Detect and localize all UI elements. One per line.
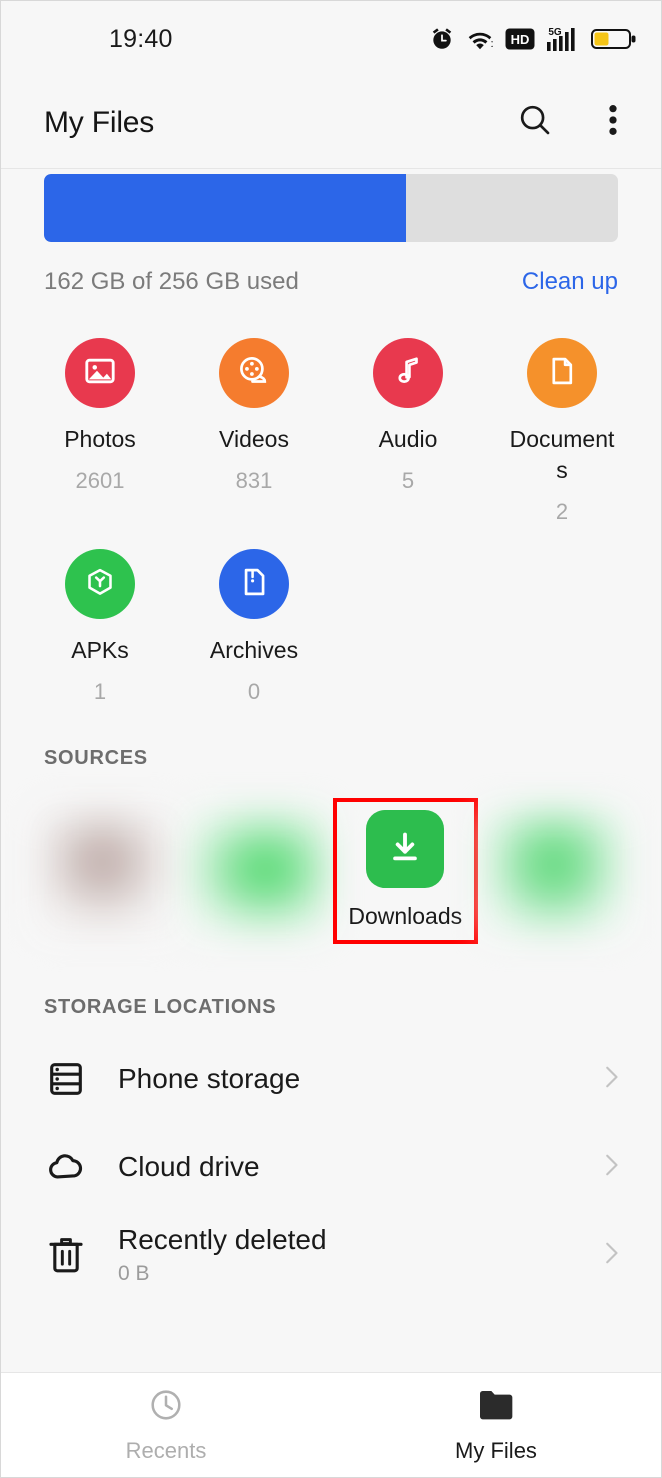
category-count: 2 xyxy=(555,499,569,525)
storage-locations-section: STORAGE LOCATIONS Phone storage Cloud dr… xyxy=(1,948,661,1299)
downloads-icon-tile xyxy=(366,810,445,889)
archive-icon xyxy=(237,565,271,604)
storage-locations-list: Phone storage Cloud drive Recently delet… xyxy=(1,1019,661,1299)
source-tile-redacted-3 xyxy=(480,798,629,948)
more-options-button[interactable] xyxy=(587,97,639,149)
category-label: Archives xyxy=(209,637,299,664)
chevron-right-icon xyxy=(596,1150,626,1185)
package-icon xyxy=(83,565,117,604)
storage-progress-bar xyxy=(44,174,618,242)
archives-icon-circle xyxy=(219,549,289,620)
sources-heading: SOURCES xyxy=(44,747,148,770)
status-bar: 19:40 HD 5G xyxy=(1,1,661,77)
category-photos[interactable]: Photos 2601 xyxy=(23,338,177,529)
app-bar-actions xyxy=(509,97,639,149)
category-documents[interactable]: Documents 2 xyxy=(485,338,639,529)
source-tile-redacted-1 xyxy=(34,798,183,948)
location-recently-deleted[interactable]: Recently deleted 0 B xyxy=(1,1211,661,1299)
redacted-thumbnail xyxy=(38,810,179,935)
nav-label: Recents xyxy=(125,1438,207,1463)
category-label: APKs xyxy=(71,637,129,664)
category-label: Audio xyxy=(378,426,438,452)
alarm-icon xyxy=(429,26,455,52)
category-count: 1 xyxy=(93,679,107,705)
search-button[interactable] xyxy=(509,97,561,149)
redacted-thumbnail xyxy=(186,810,327,935)
location-title: Phone storage xyxy=(118,1063,301,1095)
search-icon xyxy=(516,101,554,144)
location-text: Recently deleted 0 B xyxy=(100,1224,596,1286)
category-count: 2601 xyxy=(75,468,125,494)
my-files-screen: 19:40 HD 5G My Files 162 GB of 256 GB us… xyxy=(0,0,662,1478)
scroll-content[interactable]: 162 GB of 256 GB used Clean up Photos 26… xyxy=(1,169,661,1372)
category-count: 5 xyxy=(401,468,415,494)
nav-label: My Files xyxy=(455,1438,537,1463)
category-count: 0 xyxy=(247,679,261,705)
sources-row: Downloads xyxy=(1,770,661,948)
storage-progress-fill xyxy=(44,174,406,242)
source-label: Downloads xyxy=(348,903,463,930)
page-title: My Files xyxy=(44,105,155,139)
category-count: 831 xyxy=(235,468,273,494)
source-tile-downloads[interactable]: Downloads xyxy=(331,798,480,945)
location-text: Cloud drive xyxy=(100,1151,596,1183)
redacted-thumbnail xyxy=(483,810,624,935)
category-apks[interactable]: APKs 1 xyxy=(23,549,177,709)
location-subtitle: 0 B xyxy=(118,1262,150,1286)
drive-icon xyxy=(44,1057,100,1101)
chevron-right-icon xyxy=(596,1238,626,1273)
wifi-icon xyxy=(466,26,494,52)
storage-locations-heading: STORAGE LOCATIONS xyxy=(44,996,277,1019)
category-label: Videos xyxy=(219,426,289,452)
cloud-icon xyxy=(44,1145,100,1189)
overflow-menu-icon xyxy=(598,103,628,142)
image-icon xyxy=(82,353,118,394)
nav-item-recents[interactable]: Recents xyxy=(1,1386,331,1464)
chevron-right-icon xyxy=(596,1062,626,1097)
clean-up-link[interactable]: Clean up xyxy=(522,268,618,296)
category-grid-row-1: Photos 2601 Videos 831 Audio 5 Documents… xyxy=(1,296,661,529)
category-grid-row-2: APKs 1 Archives 0 xyxy=(1,529,661,709)
documents-icon-circle xyxy=(527,338,597,408)
5g-signal-icon: 5G xyxy=(546,25,580,53)
nav-item-my-files[interactable]: My Files xyxy=(331,1386,661,1464)
apks-icon-circle xyxy=(65,549,135,620)
storage-used-text: 162 GB of 256 GB used xyxy=(44,268,299,295)
source-tile-redacted-2 xyxy=(183,798,332,948)
category-videos[interactable]: Videos 831 xyxy=(177,338,331,529)
audio-icon-circle xyxy=(373,338,443,408)
music-note-icon xyxy=(391,354,425,393)
category-label: Photos xyxy=(64,426,136,452)
svg-text:HD: HD xyxy=(511,32,530,47)
location-cloud-drive[interactable]: Cloud drive xyxy=(1,1123,661,1211)
category-label: Documents xyxy=(509,426,615,484)
clock-icon xyxy=(147,1386,185,1429)
battery-icon xyxy=(591,27,637,51)
bottom-navigation: Recents My Files xyxy=(1,1372,661,1477)
photos-icon-circle xyxy=(65,338,135,408)
storage-summary: 162 GB of 256 GB used Clean up xyxy=(1,169,661,296)
trash-icon xyxy=(44,1233,100,1277)
app-bar: My Files xyxy=(1,77,661,169)
storage-meta: 162 GB of 256 GB used Clean up xyxy=(44,268,618,296)
category-archives[interactable]: Archives 0 xyxy=(177,549,331,709)
location-text: Phone storage xyxy=(100,1063,596,1095)
location-title: Recently deleted xyxy=(118,1224,327,1256)
film-reel-icon xyxy=(236,353,272,394)
location-title: Cloud drive xyxy=(118,1151,260,1183)
videos-icon-circle xyxy=(219,338,289,408)
document-icon xyxy=(545,354,579,393)
status-icons: HD 5G xyxy=(429,25,637,53)
download-icon xyxy=(383,825,427,874)
location-phone-storage[interactable]: Phone storage xyxy=(1,1035,661,1123)
hd-icon: HD xyxy=(505,28,535,50)
folder-icon xyxy=(476,1386,516,1429)
status-time: 19:40 xyxy=(109,24,173,53)
category-audio[interactable]: Audio 5 xyxy=(331,338,485,529)
sources-section: SOURCES Downloads xyxy=(1,709,661,948)
